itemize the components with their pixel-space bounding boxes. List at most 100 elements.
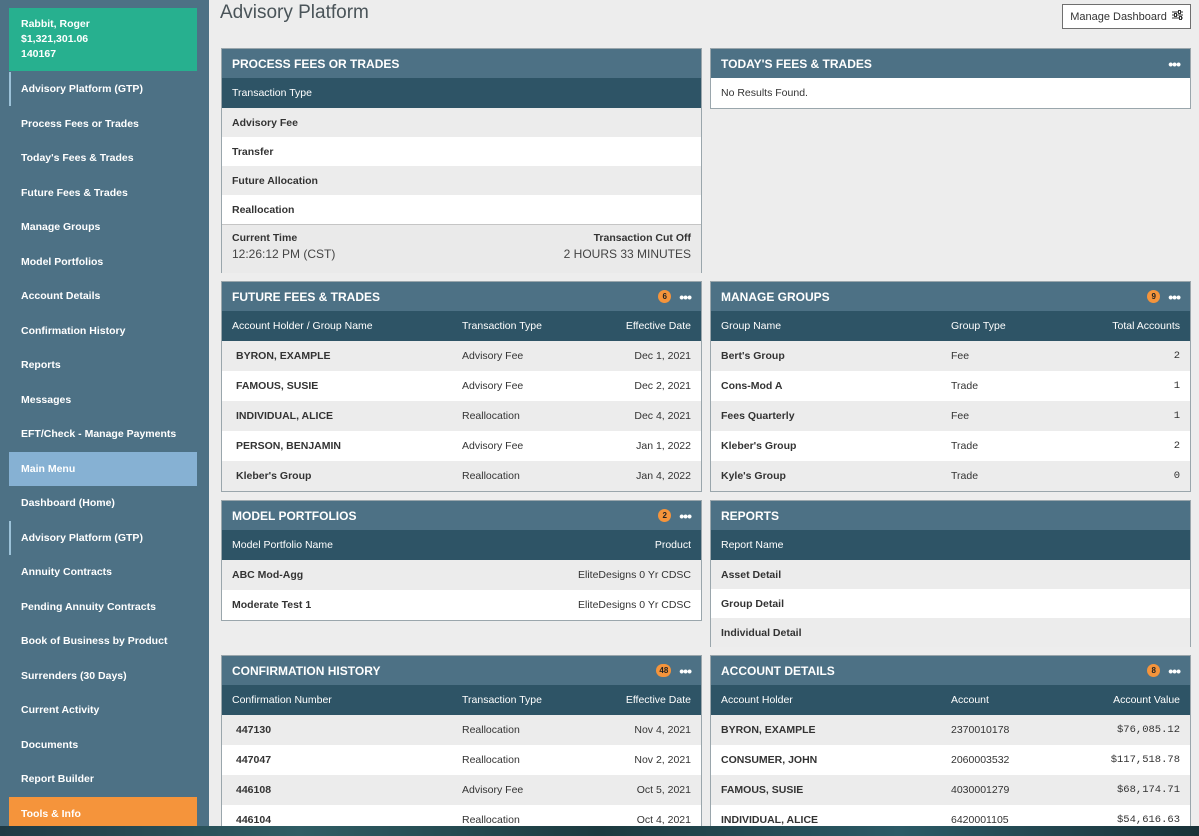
transaction-type-transfer[interactable]: Transfer [222, 137, 701, 166]
sidebar-item-label: Future Fees & Trades [21, 187, 128, 199]
table-row[interactable]: FAMOUS, SUSIE Advisory Fee Dec 2, 2021 [222, 371, 701, 401]
manage-groups-panel: MANAGE GROUPS 9 ••• Group Name Group Type … [710, 281, 1191, 492]
table-cell: INDIVIDUAL, ALICE [721, 814, 819, 826]
table-cell: Advisory Fee [462, 350, 524, 362]
ellipsis-icon[interactable]: ••• [1168, 57, 1181, 71]
sidebar-item-account-details[interactable]: Account Details [9, 279, 197, 313]
sidebar-item-annuity-contracts[interactable]: Annuity Contracts [9, 555, 197, 589]
table-row[interactable]: Moderate Test 1 EliteDesigns 0 Yr CDSC [222, 590, 701, 620]
sidebar-item-surrenders[interactable]: Surrenders (30 Days) [9, 659, 197, 693]
todays-fees-panel: TODAY'S FEES & TRADES ••• No Results Foun… [710, 48, 1191, 109]
sidebar-item-label: Pending Annuity Contracts [21, 601, 156, 613]
table-row[interactable]: Kleber's Group Reallocation Jan 4, 2022 [222, 461, 701, 491]
table-cell: Oct 4, 2021 [636, 814, 691, 826]
table-row[interactable]: BYRON, EXAMPLE Advisory Fee Dec 1, 2021 [222, 341, 701, 371]
panel-header: REPORTS [711, 501, 1190, 530]
panel-title: TODAY'S FEES & TRADES [721, 56, 872, 71]
table-row[interactable]: Kleber's Group Trade 2 [711, 431, 1190, 461]
table-row[interactable]: ABC Mod-Agg EliteDesigns 0 Yr CDSC [222, 560, 701, 590]
table-cell: 2 [1173, 440, 1180, 452]
sidebar-item-confirmation-history[interactable]: Confirmation History [9, 314, 197, 348]
sidebar-item-advisory-platform[interactable]: Advisory Platform (GTP) [9, 72, 197, 106]
sidebar-item-advisory-platform-main[interactable]: Advisory Platform (GTP) [9, 521, 197, 555]
table-row[interactable]: BYRON, EXAMPLE 2370010178 $76,085.12 [711, 715, 1190, 745]
column-label: Transaction Type [232, 87, 312, 99]
table-cell: $76,085.12 [1116, 724, 1180, 736]
sidebar-item-report-builder[interactable]: Report Builder [9, 762, 197, 796]
table-cell: Reallocation [462, 814, 520, 826]
sidebar-item-messages[interactable]: Messages [9, 383, 197, 417]
ellipsis-icon[interactable]: ••• [679, 290, 692, 304]
sidebar-item-pending-annuity[interactable]: Pending Annuity Contracts [9, 590, 197, 624]
table-cell: Dec 1, 2021 [634, 350, 691, 362]
sidebar-item-manage-groups[interactable]: Manage Groups [9, 210, 197, 244]
count-badge: 9 [1147, 290, 1161, 303]
column-header: Account Holder / Group Name Transaction … [222, 311, 701, 341]
sidebar-item-label: Account Details [21, 290, 101, 302]
current-time-label: Current Time [232, 232, 298, 244]
table-cell: 446104 [236, 814, 272, 826]
sidebar: Rabbit, Roger $1,321,301.06 140167 Advis… [0, 0, 209, 836]
table-row[interactable]: 447130 Reallocation Nov 4, 2021 [222, 715, 701, 745]
sidebar-item-documents[interactable]: Documents [9, 728, 197, 762]
sidebar-item-label: Report Builder [21, 773, 94, 785]
report-group-detail[interactable]: Group Detail [711, 589, 1190, 618]
ellipsis-icon[interactable]: ••• [679, 509, 692, 523]
ellipsis-icon[interactable]: ••• [679, 664, 692, 678]
sidebar-item-book-of-business[interactable]: Book of Business by Product [9, 624, 197, 658]
table-row[interactable]: 446108 Advisory Fee Oct 5, 2021 [222, 775, 701, 805]
transaction-type-advisory-fee[interactable]: Advisory Fee [222, 108, 701, 137]
table-row[interactable]: INDIVIDUAL, ALICE Reallocation Dec 4, 2021 [222, 401, 701, 431]
table-cell: Kleber's Group [721, 440, 797, 452]
column-label: Product [654, 539, 691, 551]
sidebar-item-future-fees[interactable]: Future Fees & Trades [9, 176, 197, 210]
sidebar-item-reports[interactable]: Reports [9, 348, 197, 382]
table-cell: Kyle's Group [721, 470, 786, 482]
column-label: Account Holder [721, 694, 793, 706]
table-cell: 2060003532 [951, 754, 1010, 766]
sidebar-item-label: Reports [21, 359, 61, 371]
table-cell: Fees Quarterly [721, 410, 795, 422]
transaction-type-future-allocation[interactable]: Future Allocation [222, 166, 701, 195]
list-item-label: Transfer [232, 145, 274, 158]
ellipsis-icon[interactable]: ••• [1168, 290, 1181, 304]
table-cell: Trade [951, 440, 979, 452]
column-label: Group Name [721, 320, 782, 332]
table-cell: Fee [951, 410, 970, 422]
report-asset-detail[interactable]: Asset Detail [711, 560, 1190, 589]
table-cell: 2370010178 [951, 724, 1010, 736]
confirmation-history-panel: CONFIRMATION HISTORY 48 ••• Confirmation N… [221, 655, 702, 836]
list-item-label: Individual Detail [721, 626, 802, 639]
sidebar-item-todays-fees[interactable]: Today's Fees & Trades [9, 141, 197, 175]
column-label: Effective Date [625, 694, 691, 706]
table-row[interactable]: Bert's Group Fee 2 [711, 341, 1190, 371]
table-row[interactable]: Cons-Mod A Trade 1 [711, 371, 1190, 401]
list-item-label: Future Allocation [232, 174, 318, 187]
table-cell: 6420001105 [951, 814, 1009, 826]
sidebar-item-dashboard[interactable]: Dashboard (Home) [9, 486, 197, 520]
future-fees-panel: FUTURE FEES & TRADES 6 ••• Account Holder … [221, 281, 702, 492]
report-individual-detail[interactable]: Individual Detail [711, 618, 1190, 647]
ellipsis-icon[interactable]: ••• [1168, 664, 1181, 678]
sidebar-item-label: Today's Fees & Trades [21, 152, 134, 164]
table-cell: ABC Mod-Agg [232, 569, 304, 581]
table-row[interactable]: 447047 Reallocation Nov 2, 2021 [222, 745, 701, 775]
sidebar-item-process-fees[interactable]: Process Fees or Trades [9, 107, 197, 141]
list-item-label: Asset Detail [721, 568, 782, 581]
table-row[interactable]: PERSON, BENJAMIN Advisory Fee Jan 1, 2022 [222, 431, 701, 461]
sidebar-item-current-activity[interactable]: Current Activity [9, 693, 197, 727]
table-row[interactable]: Fees Quarterly Fee 1 [711, 401, 1190, 431]
sidebar-item-model-portfolios[interactable]: Model Portfolios [9, 245, 197, 279]
manage-dashboard-button[interactable]: Manage Dashboard [1062, 4, 1191, 29]
table-row[interactable]: CONSUMER, JOHN 2060003532 $117,518.78 [711, 745, 1190, 775]
table-cell: FAMOUS, SUSIE [721, 784, 804, 796]
table-row[interactable]: Kyle's Group Trade 0 [711, 461, 1190, 491]
sidebar-section-main-menu[interactable]: Main Menu [9, 452, 197, 486]
column-label: Group Type [951, 320, 1006, 332]
sidebar-item-eft-check[interactable]: EFT/Check - Manage Payments [9, 417, 197, 451]
table-row[interactable]: FAMOUS, SUSIE 4030001279 $68,174.71 [711, 775, 1190, 805]
transaction-type-reallocation[interactable]: Reallocation [222, 195, 701, 224]
user-card[interactable]: Rabbit, Roger $1,321,301.06 140167 [9, 8, 197, 71]
table-cell: Fee [951, 350, 970, 362]
count-badge: 6 [658, 290, 672, 303]
